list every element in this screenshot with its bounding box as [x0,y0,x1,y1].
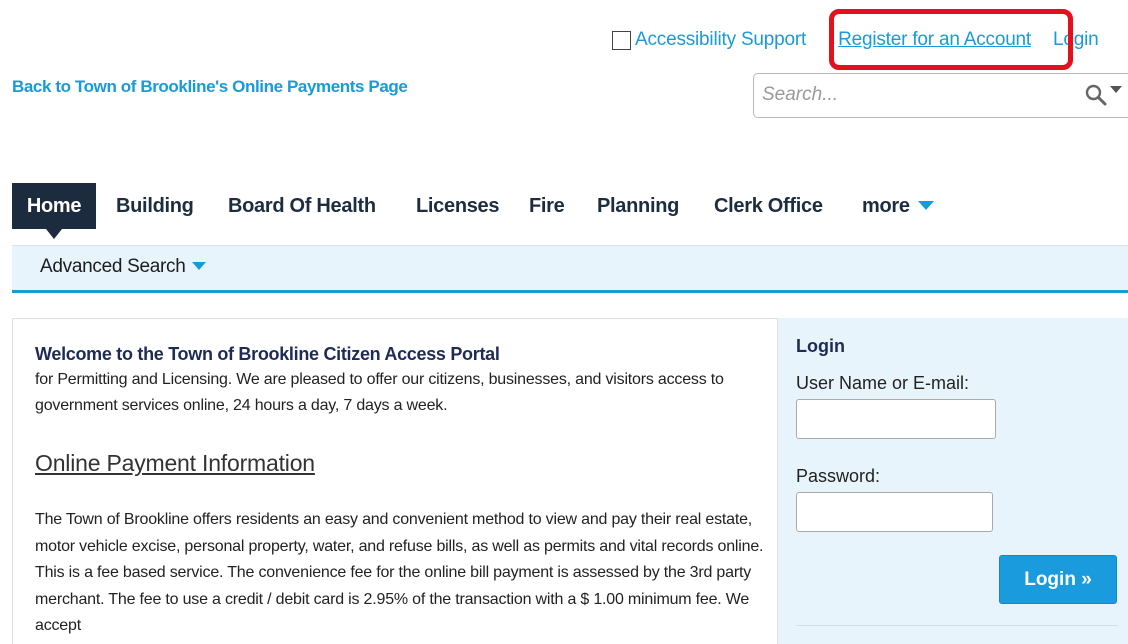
utility-links: Accessibility Support Register for an Ac… [612,9,1099,70]
tab-clerk-office[interactable]: Clerk Office [714,183,823,229]
username-label: User Name or E-mail: [796,373,970,393]
accessibility-support-link[interactable]: Accessibility Support [635,29,806,51]
advanced-search-label: Advanced Search [40,256,186,277]
username-field[interactable] [796,399,996,439]
main-nav: Home Building Board Of Health Licenses F… [12,183,1128,239]
tab-building[interactable]: Building [116,183,194,229]
search-box [753,73,1128,118]
advanced-search-menu[interactable]: Advanced Search [40,256,206,278]
tab-more[interactable]: more [862,183,934,229]
welcome-panel: Welcome to the Town of Brookline Citizen… [12,318,778,644]
login-button[interactable]: Login » [999,555,1117,604]
tab-fire[interactable]: Fire [529,183,565,229]
login-panel-title: Login [796,336,845,356]
tab-licenses[interactable]: Licenses [416,183,500,229]
search-icon[interactable] [1084,83,1108,107]
password-label: Password: [796,466,881,486]
search-input[interactable] [754,74,1074,116]
tab-board-of-health[interactable]: Board Of Health [228,183,376,229]
more-caret-down-icon [917,200,934,210]
tab-home[interactable]: Home [12,183,96,229]
tab-more-label: more [862,195,910,217]
search-options-caret-icon[interactable] [1110,86,1122,93]
register-highlight-box [829,9,1073,70]
login-divider [796,625,1118,626]
back-to-payments-link[interactable]: Back to Town of Brookline's Online Payme… [12,77,408,97]
login-panel: Login User Name or E-mail: Password: Log… [778,318,1128,644]
online-payment-text: The Town of Brookline offers residents a… [35,511,764,634]
password-field[interactable] [796,492,993,532]
tab-planning[interactable]: Planning [597,183,679,229]
advanced-search-caret-icon [191,261,206,270]
accessibility-checkbox[interactable] [612,30,631,50]
sub-nav: Advanced Search [12,245,1128,293]
online-payment-heading: Online Payment Information [35,450,315,476]
welcome-text: for Permitting and Licensing. We are ple… [35,371,724,414]
active-tab-arrow-icon [46,229,62,239]
welcome-title: Welcome to the Town of Brookline Citizen… [35,344,500,364]
